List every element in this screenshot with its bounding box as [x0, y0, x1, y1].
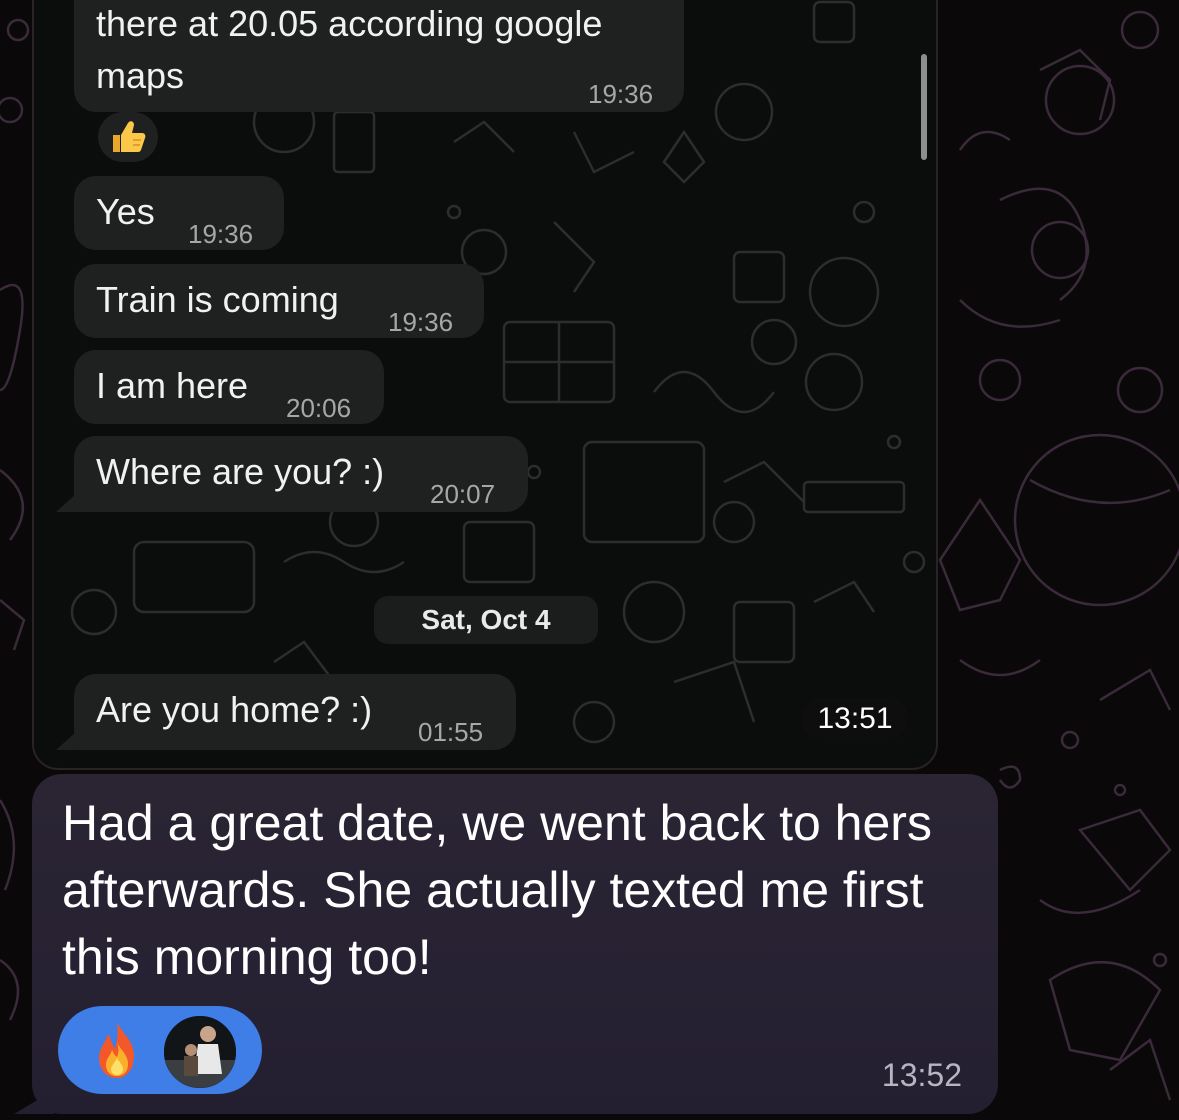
message-text-line: maps: [96, 55, 185, 96]
message-text: Where are you? :): [96, 451, 385, 492]
incoming-message[interactable]: Where are you? :) 20:07: [74, 436, 528, 512]
message-time: 19:36: [388, 307, 454, 337]
thumbs-up-icon: [113, 121, 146, 152]
message-time: 01:55: [418, 717, 484, 747]
person-avatar-icon: [164, 1016, 236, 1088]
date-separator: Sat, Oct 4: [374, 596, 598, 644]
bubble-tail: [56, 732, 76, 750]
incoming-message[interactable]: Train is coming 19:36: [74, 264, 484, 338]
message-time: 19:36: [588, 79, 654, 109]
avatar: [162, 1014, 238, 1090]
status-time: 13:51: [802, 698, 908, 740]
incoming-message[interactable]: there at 20.05 according google maps 19:…: [74, 0, 684, 112]
reaction-pill[interactable]: [58, 1006, 262, 1094]
bubble-tail: [56, 494, 76, 512]
embedded-chat-screenshot: there at 20.05 according google maps 19:…: [32, 0, 938, 770]
message-time: 19:36: [188, 219, 254, 249]
message-reaction[interactable]: [98, 112, 158, 162]
message-time: 13:52: [881, 1057, 962, 1093]
message-text-line: Had a great date, we went back to hers: [62, 795, 932, 851]
message-text: Are you home? :): [96, 689, 373, 730]
message-time: 20:06: [286, 393, 352, 423]
incoming-message[interactable]: Are you home? :) 01:55: [74, 674, 516, 750]
message-text: Had a great date, we went back to hers a…: [62, 790, 982, 991]
incoming-message[interactable]: Yes 19:36: [74, 176, 284, 250]
fire-icon: [99, 1022, 134, 1078]
message-text-line: afterwards. She actually texted me first: [62, 862, 924, 918]
message-text: I am here: [96, 365, 249, 406]
outgoing-message[interactable]: Had a great date, we went back to hers a…: [32, 774, 998, 1114]
message-text: Train is coming: [96, 279, 339, 320]
message-time: 20:07: [430, 479, 496, 509]
message-text-line: this morning too!: [62, 929, 432, 985]
scrollbar[interactable]: [921, 54, 927, 160]
incoming-message[interactable]: I am here 20:06: [74, 350, 384, 424]
message-text: Yes: [96, 191, 155, 232]
message-text-line: there at 20.05 according google: [96, 3, 603, 44]
